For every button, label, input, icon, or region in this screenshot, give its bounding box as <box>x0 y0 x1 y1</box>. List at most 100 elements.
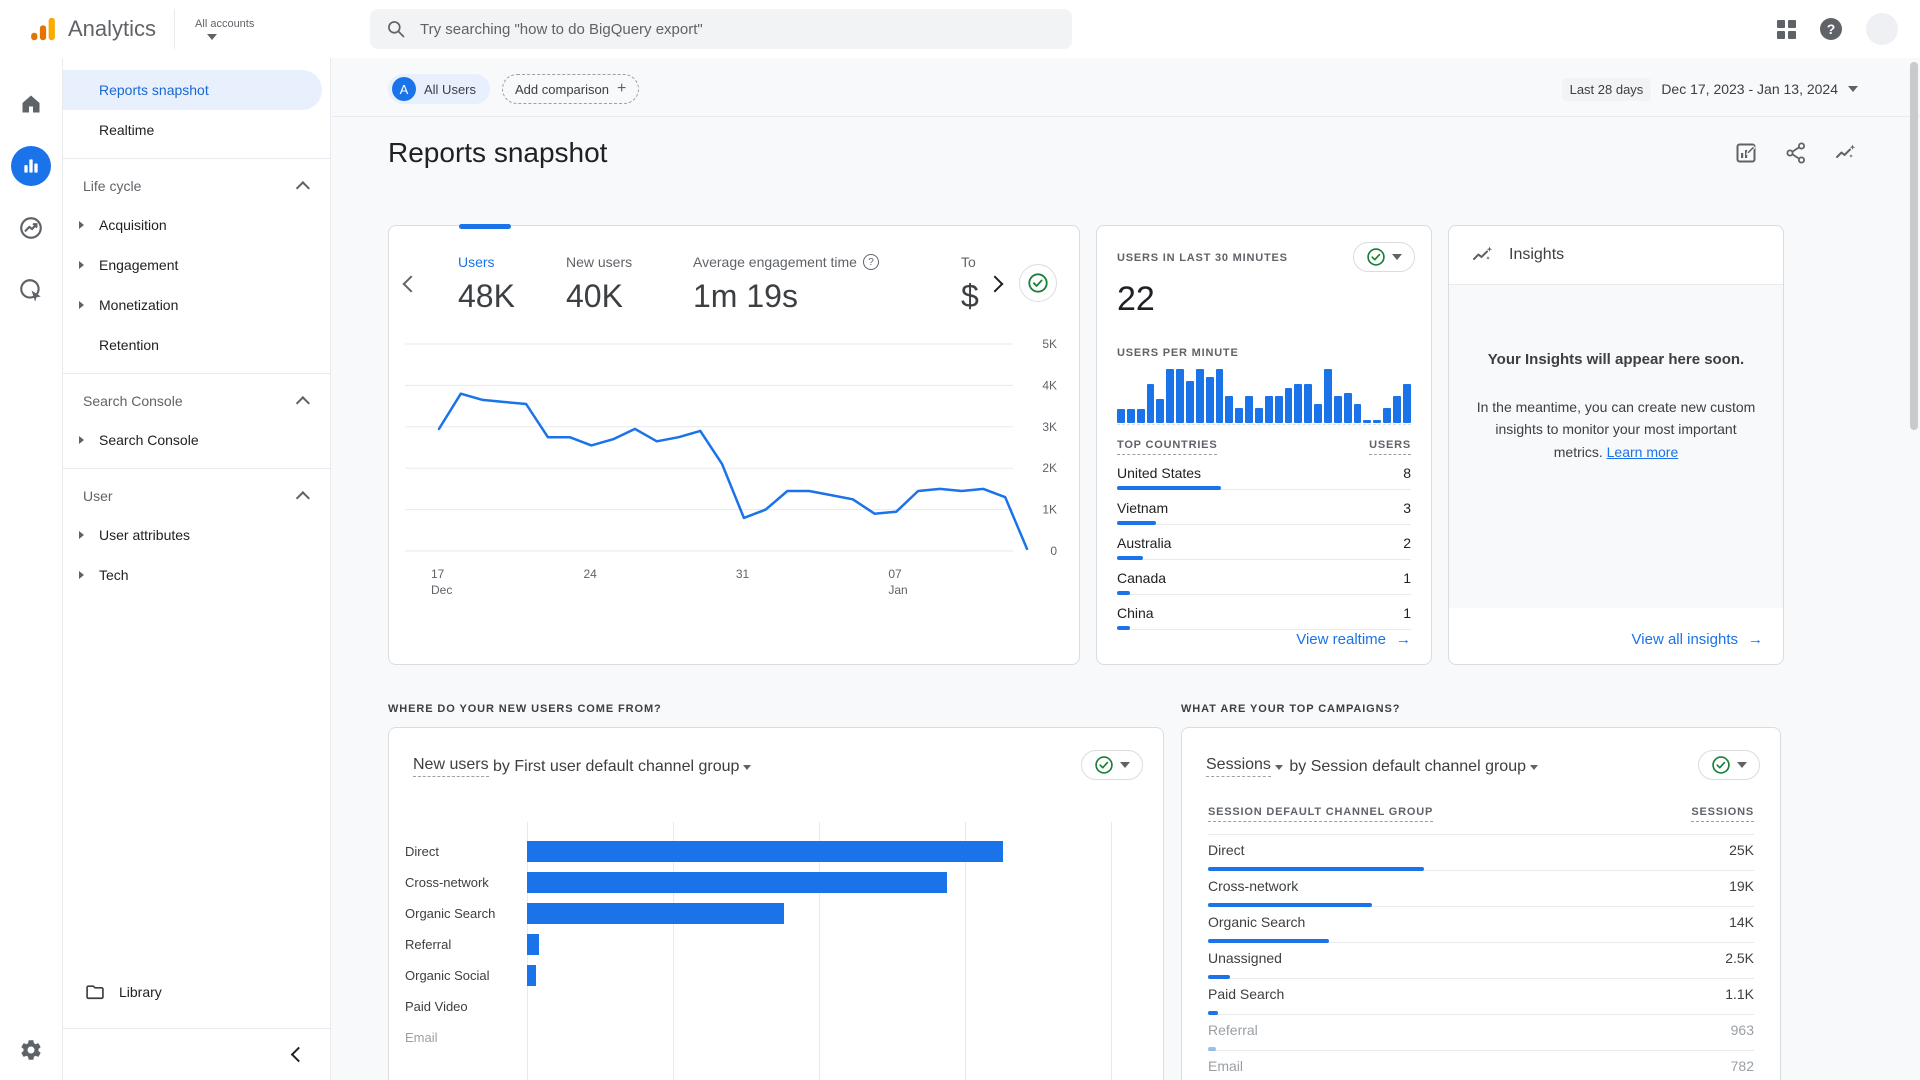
metric-tab-new-users[interactable]: New users40K <box>566 254 693 330</box>
session-row-main: Paid Search1.1K <box>1208 979 1754 1002</box>
users-per-minute-label: USERS PER MINUTE <box>1117 347 1411 359</box>
campaigns-question: WHAT ARE YOUR TOP CAMPAIGNS? <box>1181 703 1781 715</box>
country-name: China <box>1117 605 1154 621</box>
sidebar-collapse[interactable] <box>63 1028 330 1080</box>
country-row-main: United States8 <box>1117 461 1411 486</box>
country-users-value: 2 <box>1403 535 1411 551</box>
add-comparison-button[interactable]: Add comparison + <box>502 74 639 104</box>
view-realtime-link[interactable]: View realtime → <box>1296 631 1411 648</box>
country-bar-track <box>1117 486 1411 490</box>
per-minute-bar <box>1206 377 1214 423</box>
help-icon[interactable]: ? <box>863 254 879 270</box>
per-minute-bar <box>1156 399 1164 423</box>
new-users-metric-selector[interactable]: New users <box>413 756 489 777</box>
ga-app: Analytics All accounts Try searching "ho… <box>0 0 1920 1080</box>
session-row: Paid Search1.1K <box>1208 979 1754 1015</box>
sidebar-section-search-console[interactable]: Search Console <box>63 382 330 420</box>
sidebar-section-user[interactable]: User <box>63 477 330 515</box>
avatar[interactable] <box>1866 13 1898 45</box>
gear-icon[interactable] <box>0 1038 62 1062</box>
sessions-metric-selector[interactable]: Sessions <box>1206 756 1271 777</box>
per-minute-bar <box>1265 396 1273 423</box>
help-icon[interactable]: ? <box>1820 18 1842 40</box>
sessions-table-card: Sessions by Session default channel grou… <box>1181 727 1781 1080</box>
sessions-dimension-label: by Session default channel group <box>1289 758 1526 776</box>
sidebar-item-label: Search Console <box>99 432 199 448</box>
all-users-comparison-pill[interactable]: A All Users <box>388 74 490 104</box>
home-icon[interactable] <box>11 84 51 124</box>
scrollbar-thumb[interactable] <box>1910 62 1918 430</box>
channel-group-column-header[interactable]: SESSION DEFAULT CHANNEL GROUP <box>1208 806 1433 822</box>
channel-label: Cross-network <box>405 875 527 890</box>
sidebar-item-tech[interactable]: Tech <box>63 555 322 595</box>
insights-body: Your Insights will appear here soon. In … <box>1449 284 1783 608</box>
sidebar-item-retention[interactable]: Retention <box>63 325 322 365</box>
session-row-main: Referral963 <box>1208 1015 1754 1038</box>
share-icon[interactable] <box>1784 141 1808 165</box>
view-all-insights-link[interactable]: View all insights → <box>1632 631 1763 648</box>
metric-tab-to[interactable]: To$ <box>961 254 983 330</box>
per-minute-bar <box>1147 384 1155 423</box>
data-quality-badge[interactable] <box>1698 750 1760 780</box>
insights-icon[interactable] <box>1834 141 1858 165</box>
sidebar-item-engagement[interactable]: Engagement <box>63 245 322 285</box>
sidebar-section-life-cycle[interactable]: Life cycle <box>63 167 330 205</box>
metric-tab-users[interactable]: Users48K <box>458 254 566 330</box>
chevron-down-icon[interactable] <box>1275 765 1283 770</box>
metric-tabs: Users48KNew users40KAverage engagement t… <box>458 254 983 330</box>
data-quality-badge[interactable] <box>1353 242 1415 272</box>
country-name: Australia <box>1117 535 1171 551</box>
per-minute-bar <box>1294 384 1302 423</box>
app-name: Analytics <box>68 16 156 42</box>
svg-text:0: 0 <box>1050 544 1057 558</box>
advertising-icon[interactable] <box>11 270 51 310</box>
users-header[interactable]: USERS <box>1369 439 1411 455</box>
sidebar-item-monetization[interactable]: Monetization <box>63 285 322 325</box>
country-bar-fill <box>1117 591 1130 595</box>
per-minute-bar <box>1314 404 1322 423</box>
edit-report-icon[interactable] <box>1734 141 1758 165</box>
metric-label: Average engagement time? <box>693 254 961 270</box>
countries-table: United States8Vietnam3Australia2Canada1C… <box>1117 461 1411 630</box>
sidebar-item-acquisition[interactable]: Acquisition <box>63 205 322 245</box>
top-countries-header[interactable]: TOP COUNTRIES <box>1117 439 1217 455</box>
apps-grid-icon[interactable] <box>1777 20 1796 39</box>
channel-label: Paid Video <box>405 999 527 1014</box>
divider <box>174 9 175 49</box>
explore-icon[interactable] <box>11 208 51 248</box>
account-switcher[interactable]: All accounts <box>195 18 254 40</box>
reports-icon[interactable] <box>11 146 51 186</box>
per-minute-bar <box>1275 396 1283 423</box>
country-bar-track <box>1117 521 1411 525</box>
session-row-main: Email782 <box>1208 1051 1754 1074</box>
carousel-next-chevron[interactable] <box>987 276 1004 293</box>
metric-label-text: Average engagement time <box>693 254 857 270</box>
sidebar-item-user-attributes[interactable]: User attributes <box>63 515 322 555</box>
data-quality-badge[interactable] <box>1081 750 1143 780</box>
carousel-prev-chevron[interactable] <box>403 276 420 293</box>
svg-text:Dec: Dec <box>431 583 452 597</box>
sidebar-item-realtime[interactable]: Realtime <box>63 110 322 150</box>
per-minute-bar <box>1186 381 1194 423</box>
chevron-down-icon[interactable] <box>1530 765 1538 770</box>
session-row: Unassigned2.5K <box>1208 943 1754 979</box>
svg-text:2K: 2K <box>1042 461 1057 475</box>
country-bar-track <box>1117 556 1411 560</box>
sidebar-item-reports-snapshot[interactable]: Reports snapshot <box>63 70 322 110</box>
insights-title: Insights <box>1509 246 1564 264</box>
metric-value: 48K <box>458 278 566 315</box>
topbar: Analytics All accounts Try searching "ho… <box>0 0 1920 58</box>
search-input[interactable]: Try searching "how to do BigQuery export… <box>370 9 1072 49</box>
per-minute-bar <box>1344 393 1352 423</box>
country-name: Vietnam <box>1117 500 1168 516</box>
detail-row: WHERE DO YOUR NEW USERS COME FROM? New u… <box>388 703 1920 1080</box>
sidebar-item-search-console[interactable]: Search Console <box>63 420 322 460</box>
learn-more-link[interactable]: Learn more <box>1607 444 1679 460</box>
sidebar-item-library[interactable]: Library <box>63 970 330 1014</box>
metric-tab-average-engagement-time[interactable]: Average engagement time?1m 19s <box>693 254 961 330</box>
data-quality-badge[interactable] <box>1019 264 1057 302</box>
sessions-column-header[interactable]: SESSIONS <box>1691 806 1754 822</box>
chevron-down-icon[interactable] <box>743 765 751 770</box>
country-bar-fill <box>1117 521 1156 525</box>
date-range-selector[interactable]: Last 28 days Dec 17, 2023 - Jan 13, 2024 <box>1562 78 1858 101</box>
